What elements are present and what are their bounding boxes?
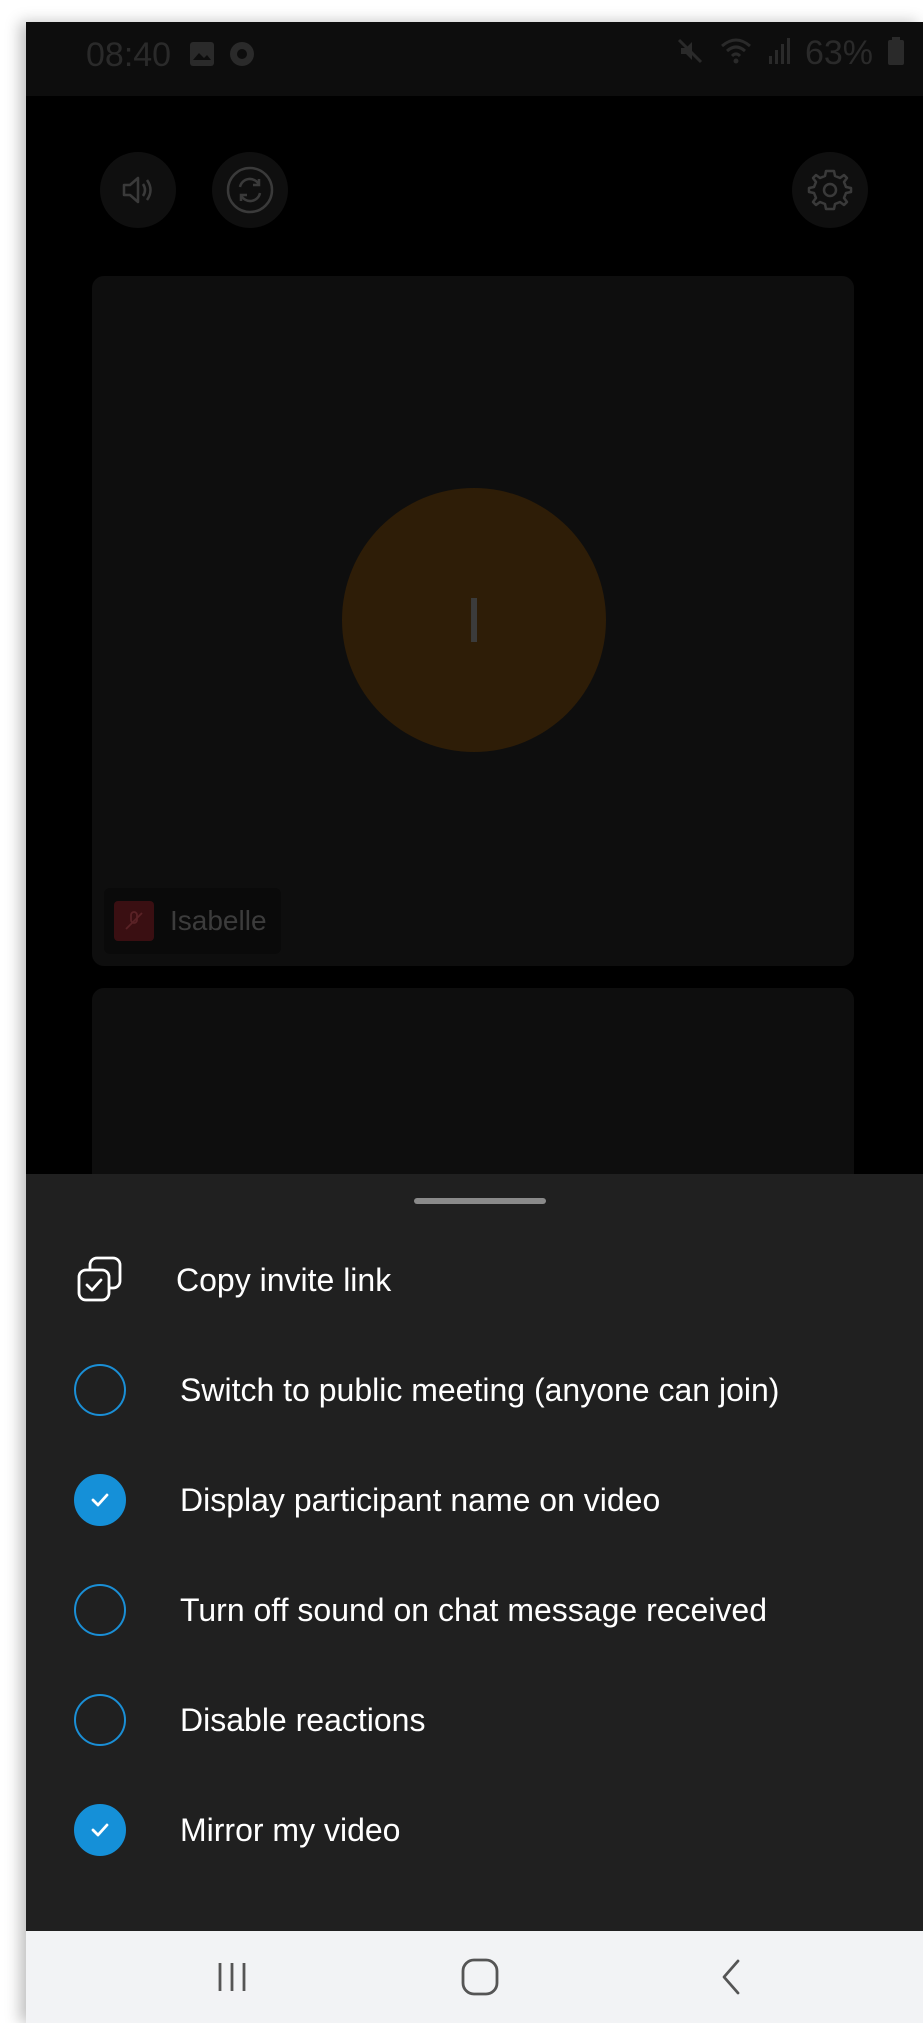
- copy-invite-link-label: Copy invite link: [176, 1261, 392, 1298]
- disable-reactions-label: Disable reactions: [180, 1701, 426, 1738]
- display-name-radio[interactable]: [74, 1474, 126, 1526]
- speaker-icon: [122, 176, 152, 204]
- disable-reactions-option[interactable]: Disable reactions: [26, 1672, 923, 1768]
- display-name-radio-wrap: [70, 1470, 130, 1530]
- public-meeting-option[interactable]: Switch to public meeting (anyone can joi…: [26, 1342, 923, 1438]
- mirror-video-label: Mirror my video: [180, 1811, 401, 1848]
- participant-name: Isabelle: [170, 905, 267, 936]
- system-nav-bar: [26, 1931, 923, 2023]
- status-time: 08:40: [86, 36, 172, 74]
- home-icon: [461, 1958, 499, 1996]
- chat-sound-radio[interactable]: [74, 1584, 126, 1636]
- settings-button[interactable]: [792, 152, 868, 228]
- avatar: I: [342, 488, 606, 752]
- recent-apps-icon: [218, 1963, 246, 1991]
- copy-invite-link-item[interactable]: Copy invite link: [26, 1232, 923, 1328]
- public-meeting-radio[interactable]: [74, 1364, 126, 1416]
- public-meeting-label: Switch to public meeting (anyone can joi…: [180, 1371, 780, 1408]
- mirror-video-radio[interactable]: [74, 1804, 126, 1856]
- battery-icon: [887, 36, 905, 71]
- display-name-option[interactable]: Display participant name on video: [26, 1452, 923, 1548]
- switch-camera-button[interactable]: [212, 152, 288, 228]
- app-notification-icon: [228, 40, 256, 73]
- status-icons: 63%: [675, 34, 905, 73]
- mic-off-icon: [114, 901, 154, 941]
- recent-apps-button[interactable]: [202, 1951, 262, 2003]
- mirror-video-radio-wrap: [70, 1800, 130, 1860]
- chat-sound-label: Turn off sound on chat message received: [180, 1591, 768, 1628]
- sheet-drag-handle[interactable]: [414, 1198, 546, 1204]
- status-bar: 08:40 63%: [26, 22, 923, 96]
- back-button[interactable]: [702, 1951, 762, 2003]
- avatar-initial: I: [465, 584, 483, 656]
- options-bottom-sheet: Copy invite link Switch to public meetin…: [26, 1174, 923, 1931]
- disable-reactions-radio-wrap: [70, 1690, 130, 1750]
- switch-camera-icon: [226, 166, 274, 214]
- mute-icon: [675, 36, 705, 71]
- wifi-icon: [719, 36, 753, 71]
- chat-sound-option[interactable]: Turn off sound on chat message received: [26, 1562, 923, 1658]
- back-icon: [722, 1959, 740, 1995]
- participant-name-badge: Isabelle: [104, 888, 281, 954]
- public-meeting-radio-wrap: [70, 1360, 130, 1420]
- home-button[interactable]: [450, 1951, 510, 2003]
- disable-reactions-radio[interactable]: [74, 1694, 126, 1746]
- chat-sound-radio-wrap: [70, 1580, 130, 1640]
- battery-percent: 63%: [804, 34, 873, 72]
- mirror-video-option[interactable]: Mirror my video: [26, 1782, 923, 1878]
- phone-screen: 08:40 63% I Isabelle Copy invite link Sw…: [26, 22, 923, 2023]
- speaker-button[interactable]: [100, 152, 176, 228]
- gallery-icon: [188, 40, 216, 73]
- check-icon: [91, 1493, 109, 1507]
- signal-icon: [767, 36, 791, 71]
- check-icon: [91, 1823, 109, 1837]
- display-name-label: Display participant name on video: [180, 1481, 661, 1518]
- settings-icon: [807, 169, 853, 211]
- copy-link-icon: [70, 1250, 130, 1310]
